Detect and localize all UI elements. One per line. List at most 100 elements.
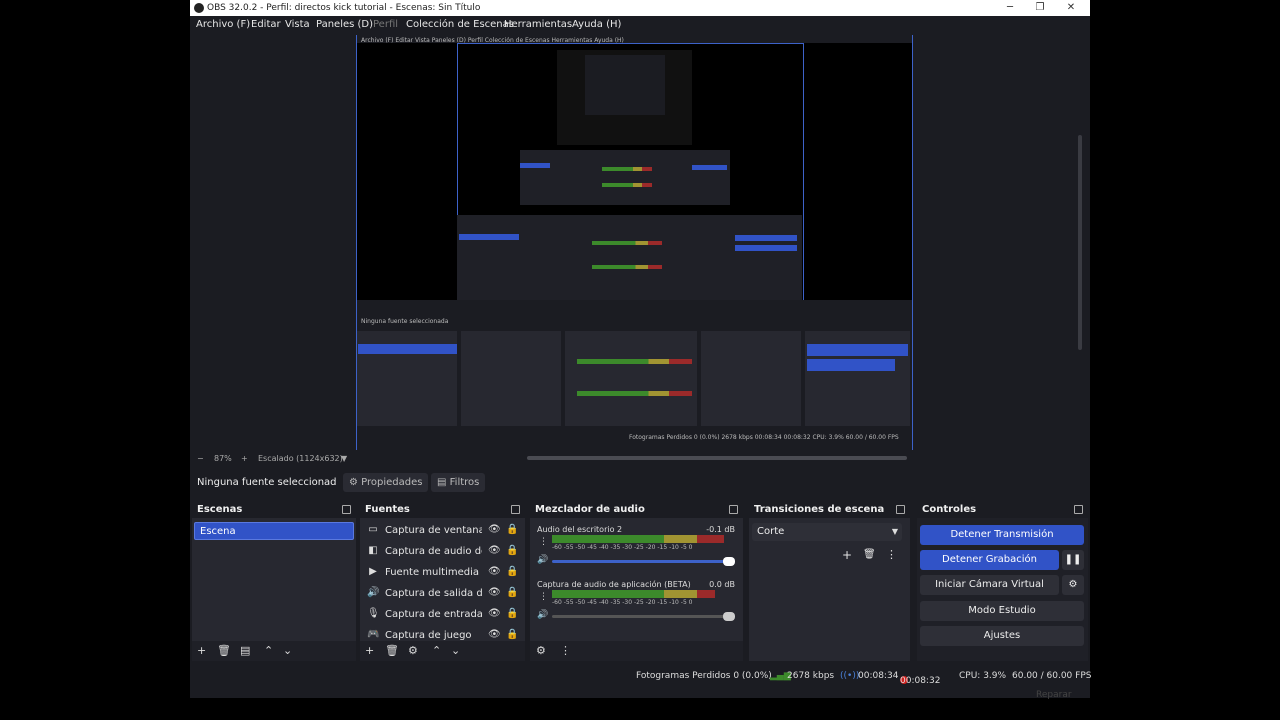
scale-label[interactable]: Escalado (1124x632) [258, 454, 343, 463]
properties-bar: Ninguna fuente seleccionad ⚙ Propiedades… [190, 471, 1090, 495]
add-source-icon[interactable]: + [365, 644, 374, 657]
meter-segment [664, 590, 697, 598]
source-item[interactable]: 🔊 Captura de salida de audio 👁 🔒 [365, 584, 523, 604]
speaker-icon[interactable]: 🔊 [537, 555, 548, 565]
scene-item[interactable]: Escena [194, 522, 354, 540]
speaker-icon[interactable]: 🔊 [537, 610, 548, 620]
menu-paneles[interactable]: Paneles (D) [316, 19, 373, 30]
add-transition-icon[interactable]: + [842, 548, 852, 562]
zoom-out-icon[interactable]: − [197, 454, 204, 463]
bitrate: 2678 kbps [787, 671, 835, 681]
pause-icon[interactable]: ❚❚ [1062, 550, 1084, 570]
source-item[interactable]: ▭ Captura de ventana 👁 🔒 [365, 521, 523, 541]
menu-bar: Archivo (F) Editar Vista Paneles (D) Per… [190, 16, 1090, 35]
properties-button[interactable]: ⚙ Propiedades [343, 473, 429, 492]
remove-transition-icon[interactable]: 🗑 [863, 549, 876, 560]
float-dock-icon[interactable] [729, 505, 738, 514]
volume-meter [552, 590, 733, 598]
volume-fader[interactable] [552, 612, 735, 621]
preview-horizontal-scrollbar[interactable] [527, 456, 907, 460]
menu-archivo[interactable]: Archivo (F) [196, 19, 250, 30]
stream-time: 00:08:34 [858, 671, 899, 681]
transitions-dock: Transiciones de escena Corte ▼ + 🗑 ⋮ [749, 501, 910, 661]
float-dock-icon[interactable] [511, 505, 520, 514]
settings-button[interactable]: Ajustes [920, 626, 1084, 646]
move-up-icon[interactable]: ⌃ [264, 644, 273, 657]
gear-icon[interactable]: ⚙ [1062, 575, 1084, 595]
fader-knob[interactable] [723, 557, 735, 566]
maximize-icon[interactable]: ❐ [1025, 0, 1055, 16]
meter-segment [552, 590, 665, 598]
advanced-audio-icon[interactable]: ⚙ [536, 644, 546, 657]
sources-dock: Fuentes ▭ Captura de ventana 👁 🔒 ◧ Captu… [360, 501, 525, 661]
menu-coleccion-escenas[interactable]: Colección de Escenas [406, 19, 514, 30]
transition-menu-icon[interactable]: ⋮ [886, 548, 897, 561]
transition-select[interactable]: Corte ▼ [752, 523, 902, 541]
lock-icon[interactable]: 🔒 [506, 587, 518, 598]
stream-status-icon: ((•)) [840, 671, 860, 681]
stop-stream-button[interactable]: Detener Transmisión [920, 525, 1084, 545]
volume-meter [552, 535, 733, 543]
menu-perfil[interactable]: Perfil [373, 19, 398, 30]
window-title: OBS 32.0.2 - Perfil: directos kick tutor… [207, 3, 481, 13]
visibility-eye-icon[interactable]: 👁 [488, 566, 501, 577]
lock-icon[interactable]: 🔒 [506, 629, 518, 640]
mixer-channel: Captura de audio de aplicación (BETA) 0.… [537, 580, 735, 621]
cpu-usage: CPU: 3.9% [959, 671, 1007, 681]
move-up-icon[interactable]: ⌃ [432, 644, 441, 657]
lock-icon[interactable]: 🔒 [506, 524, 518, 535]
scene-filters-icon[interactable]: ▤ [240, 644, 250, 657]
lock-icon[interactable]: 🔒 [506, 545, 518, 556]
mixer-channel: Audio del escritorio 2 -0.1 dB ⋮ -60 -55… [537, 525, 735, 566]
remove-scene-icon[interactable]: 🗑 [217, 644, 231, 657]
add-scene-icon[interactable]: + [197, 644, 206, 657]
scenes-toolbar: + 🗑 ▤ ⌃ ⌄ [192, 641, 356, 661]
chevron-down-icon: ▼ [891, 527, 898, 536]
speaker-icon: 🔊 [367, 587, 380, 598]
lock-icon[interactable]: 🔒 [506, 566, 518, 577]
gamepad-icon: 🎮 [367, 629, 380, 640]
filter-icon: ▤ [437, 477, 450, 488]
visibility-eye-icon[interactable]: 👁 [488, 524, 501, 535]
program-preview[interactable]: Archivo (F) Editar Vista Paneles (D) Per… [356, 35, 913, 451]
mixer-menu-icon[interactable]: ⋮ [560, 644, 571, 657]
remove-source-icon[interactable]: 🗑 [385, 644, 399, 657]
source-item[interactable]: ◧ Captura de audio de aplicación 👁 🔒 [365, 542, 523, 562]
volume-fader[interactable] [552, 557, 735, 566]
source-item[interactable]: 🎙 Captura de entrada de audio 👁 🔒 [365, 605, 523, 625]
fader-knob[interactable] [723, 612, 735, 621]
float-dock-icon[interactable] [1074, 505, 1083, 514]
menu-editar[interactable]: Editar [251, 19, 281, 30]
stop-record-button[interactable]: Detener Grabación [920, 550, 1059, 570]
lock-icon[interactable]: 🔒 [506, 608, 518, 619]
obs-window: OBS 32.0.2 - Perfil: directos kick tutor… [190, 0, 1091, 698]
channel-menu-icon[interactable]: ⋮ [539, 592, 548, 602]
play-icon: ▶ [369, 566, 377, 577]
virtual-camera-button[interactable]: Iniciar Cámara Virtual [920, 575, 1059, 595]
zoom-in-icon[interactable]: + [241, 454, 248, 463]
menu-vista[interactable]: Vista [285, 19, 310, 30]
sources-toolbar: + 🗑 ⚙ ⌃ ⌄ [360, 641, 525, 661]
recursive-preview-image: Archivo (F) Editar Vista Paneles (D) Per… [357, 35, 912, 451]
float-dock-icon[interactable] [896, 505, 905, 514]
visibility-eye-icon[interactable]: 👁 [488, 545, 501, 556]
scale-dropdown-icon[interactable]: ▼ [341, 454, 347, 463]
move-down-icon[interactable]: ⌄ [283, 644, 292, 657]
minimize-icon[interactable]: ─ [995, 0, 1025, 16]
menu-herramientas[interactable]: Herramientas [504, 19, 572, 30]
visibility-eye-icon[interactable]: 👁 [488, 629, 501, 640]
transitions-dock-title: Transiciones de escena [749, 501, 910, 518]
sources-dock-title: Fuentes [360, 501, 525, 518]
float-dock-icon[interactable] [342, 505, 351, 514]
source-properties-icon[interactable]: ⚙ [408, 644, 418, 657]
menu-ayuda[interactable]: Ayuda (H) [572, 19, 621, 30]
visibility-eye-icon[interactable]: 👁 [488, 608, 501, 619]
studio-mode-button[interactable]: Modo Estudio [920, 601, 1084, 621]
visibility-eye-icon[interactable]: 👁 [488, 587, 501, 598]
channel-menu-icon[interactable]: ⋮ [539, 537, 548, 547]
move-down-icon[interactable]: ⌄ [451, 644, 460, 657]
filters-button[interactable]: ▤ Filtros [431, 473, 486, 492]
preview-vertical-scrollbar[interactable] [1078, 135, 1082, 350]
close-icon[interactable]: ✕ [1056, 0, 1086, 16]
source-item[interactable]: ▶ Fuente multimedia 👁 🔒 [365, 563, 523, 583]
